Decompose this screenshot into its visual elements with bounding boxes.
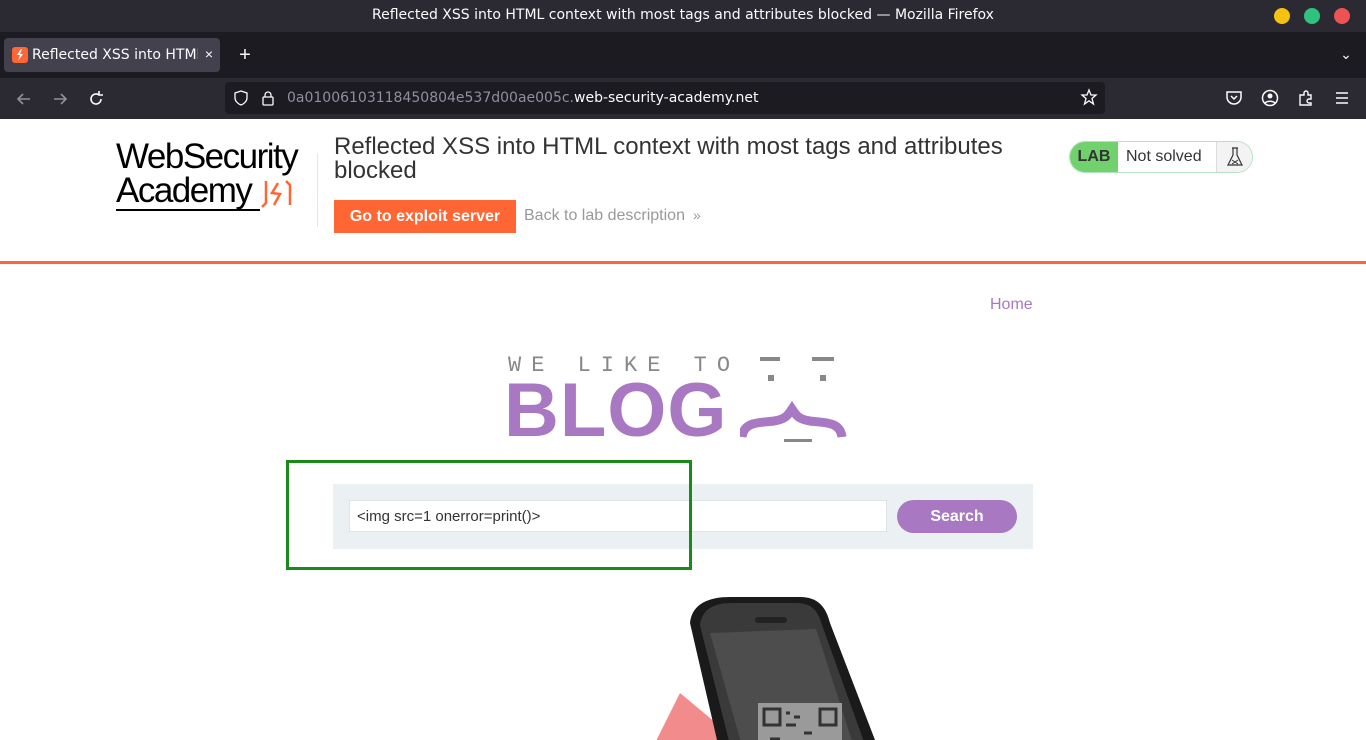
window-titlebar: Reflected XSS into HTML context with mos… bbox=[0, 0, 1366, 32]
url-bar[interactable]: 0a01006103118450804e537d00ae005c.web-sec… bbox=[225, 82, 1105, 114]
maximize-button[interactable] bbox=[1304, 8, 1320, 24]
bookmark-star-icon[interactable] bbox=[1079, 88, 1099, 108]
academy-zap-logo-icon bbox=[261, 180, 292, 208]
tab-close-icon[interactable]: × bbox=[200, 45, 218, 63]
pocket-button[interactable] bbox=[1223, 88, 1245, 110]
reload-icon bbox=[90, 91, 103, 105]
blog-logo-wordmark: BLOG bbox=[504, 368, 728, 453]
we-like-to-blog-logo: WE LIKE TO BLOG bbox=[504, 351, 864, 451]
hamburger-menu-icon bbox=[1336, 92, 1348, 104]
page-content: WebSecurity Academy Reflected XSS into H… bbox=[0, 119, 1366, 740]
reload-button[interactable] bbox=[85, 88, 107, 110]
flask-icon bbox=[1216, 142, 1252, 172]
pocket-icon bbox=[1226, 91, 1242, 105]
header-orange-rule bbox=[0, 261, 1366, 264]
blog-post-image-phone bbox=[656, 597, 875, 740]
tracking-protection-shield-icon[interactable] bbox=[233, 90, 249, 106]
lab-status-badge: LAB Not solved bbox=[1069, 141, 1253, 173]
search-button[interactable]: Search bbox=[897, 500, 1017, 533]
double-chevron-right-icon: » bbox=[692, 207, 701, 223]
new-tab-button[interactable]: + bbox=[234, 44, 256, 66]
forward-button[interactable] bbox=[49, 88, 71, 110]
url-domain: web-security-academy.net bbox=[574, 90, 759, 106]
lab-label: LAB bbox=[1070, 142, 1118, 172]
extensions-button[interactable] bbox=[1295, 88, 1317, 110]
nav-home-link[interactable]: Home bbox=[990, 296, 1033, 314]
tab-strip: Reflected XSS into HTML × + ⌄ bbox=[0, 32, 1366, 78]
list-all-tabs-button[interactable]: ⌄ bbox=[1336, 44, 1356, 64]
back-to-lab-description-link[interactable]: Back to lab description » bbox=[524, 207, 701, 225]
lab-title: Reflected XSS into HTML context with mos… bbox=[334, 133, 1003, 184]
minimize-button[interactable] bbox=[1274, 8, 1290, 24]
logo-line-2: Academy bbox=[116, 171, 253, 210]
lock-icon[interactable] bbox=[260, 90, 276, 106]
back-arrow-icon bbox=[16, 93, 30, 105]
portswigger-favicon-icon bbox=[12, 47, 28, 63]
url-subdomain: 0a01006103118450804e537d00ae005c. bbox=[287, 90, 575, 106]
logo-underline bbox=[116, 209, 260, 211]
go-to-exploit-server-button[interactable]: Go to exploit server bbox=[334, 200, 516, 233]
close-window-button[interactable] bbox=[1334, 8, 1350, 24]
tab-active[interactable]: Reflected XSS into HTML × bbox=[4, 38, 220, 72]
blog-face-icon bbox=[740, 357, 847, 442]
puzzle-piece-icon bbox=[1299, 90, 1312, 106]
forward-arrow-icon bbox=[54, 93, 68, 105]
account-icon bbox=[1261, 89, 1279, 107]
app-menu-button[interactable] bbox=[1331, 88, 1353, 110]
logo-line-1: WebSecurity bbox=[116, 137, 299, 176]
back-button[interactable] bbox=[13, 88, 35, 110]
annotation-highlight-box bbox=[286, 460, 692, 570]
lab-status-text: Not solved bbox=[1126, 148, 1202, 165]
url-text[interactable]: 0a01006103118450804e537d00ae005c.web-sec… bbox=[287, 90, 758, 106]
account-button[interactable] bbox=[1259, 88, 1281, 110]
back-link-label: Back to lab description bbox=[524, 207, 685, 224]
header-divider bbox=[317, 153, 318, 227]
window-title: Reflected XSS into HTML context with mos… bbox=[372, 7, 994, 23]
web-security-academy-logo[interactable]: WebSecurity Academy bbox=[116, 139, 316, 211]
tab-title: Reflected XSS into HTML bbox=[32, 47, 198, 63]
navigation-toolbar: 0a01006103118450804e537d00ae005c.web-sec… bbox=[0, 78, 1366, 119]
